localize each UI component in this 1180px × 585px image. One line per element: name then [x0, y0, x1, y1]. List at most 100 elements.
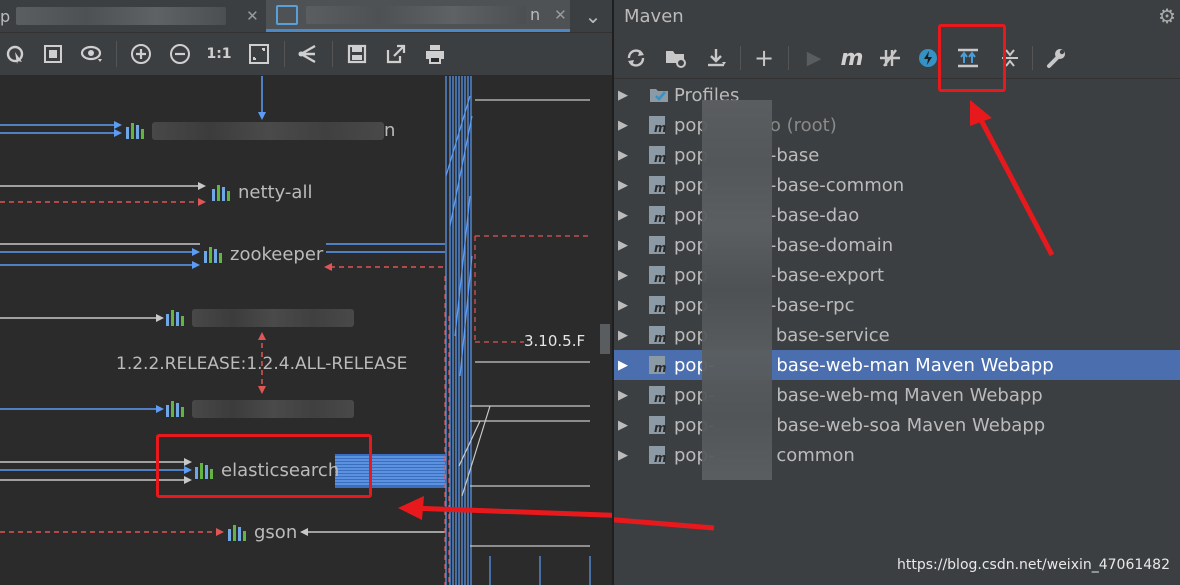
node-label: gson: [254, 522, 298, 543]
reimport-icon[interactable]: [622, 44, 650, 72]
maven-toolbar: + ▶ m: [614, 38, 1180, 79]
dependency-graph: n netty-all zookeeper 1.2.2.RELEASE:1.2.…: [0, 76, 612, 585]
maven-artifact-icon: [204, 246, 224, 263]
close-icon[interactable]: ✕: [554, 6, 567, 24]
diagram-toolbar: 1:1: [0, 33, 612, 76]
maven-project-icon: m: [648, 234, 668, 256]
dependency-node[interactable]: n: [126, 120, 395, 141]
select-pointer-icon[interactable]: [2, 41, 28, 67]
maven-project-icon: m: [648, 324, 668, 346]
gear-icon[interactable]: ⚙: [1158, 4, 1176, 28]
toggle-offline-icon[interactable]: [876, 44, 904, 72]
maven-artifact-icon: [228, 524, 248, 541]
redacted-text: [16, 7, 227, 25]
panel-title: Maven: [624, 5, 684, 27]
project-suffix: base-web-soa Maven Webapp: [776, 414, 1046, 436]
dependency-node[interactable]: [166, 400, 354, 418]
svg-text:m: m: [654, 181, 667, 195]
graph-edges: [0, 76, 612, 585]
redacted-text: [152, 121, 384, 140]
save-icon[interactable]: [344, 41, 370, 67]
expand-arrow-icon[interactable]: ▶: [618, 178, 632, 193]
print-icon[interactable]: [422, 41, 448, 67]
expand-arrow-icon[interactable]: ▶: [618, 298, 632, 313]
run-icon[interactable]: ▶: [800, 44, 828, 72]
tree-item-profiles[interactable]: ▶ Profiles: [614, 80, 1180, 110]
expand-arrow-icon[interactable]: ▶: [618, 148, 632, 163]
expand-arrow-icon[interactable]: ▶: [618, 88, 632, 103]
tree-item-project[interactable]: ▶ m pop -base-domain: [614, 230, 1180, 260]
fit-content-icon[interactable]: [40, 41, 66, 67]
project-suffix: common: [776, 444, 855, 466]
actual-size-icon[interactable]: 1:1: [206, 41, 232, 67]
editor-tab-2[interactable]: n ✕: [266, 0, 570, 32]
expand-arrow-icon[interactable]: ▶: [618, 358, 632, 373]
redaction-mosaic: [702, 100, 772, 480]
show-options-icon[interactable]: [79, 41, 105, 67]
tree-item-project[interactable]: ▶ m pop -base: [614, 140, 1180, 170]
node-label: zookeeper: [230, 244, 324, 265]
dependency-node-netty[interactable]: netty-all: [212, 182, 312, 203]
expand-arrow-icon[interactable]: ▶: [618, 268, 632, 283]
tree-item-project[interactable]: ▶ m pop-common: [614, 440, 1180, 470]
toolbar-separator: [332, 41, 333, 67]
editor-tab-bar: p ✕ n ✕ ⌄: [0, 0, 612, 33]
tab-list-chevron-down-icon[interactable]: ⌄: [574, 0, 612, 32]
expand-arrow-icon[interactable]: ▶: [618, 388, 632, 403]
tree-item-project[interactable]: ▶ m pop base-service: [614, 320, 1180, 350]
download-icon[interactable]: [702, 44, 730, 72]
project-suffix: base-web-mq Maven Webapp: [776, 384, 1043, 406]
tree-item-project[interactable]: ▶ m pop-base-web-soa Maven Webapp: [614, 410, 1180, 440]
redacted-text: [306, 5, 526, 24]
expand-arrow-icon[interactable]: ▶: [618, 118, 632, 133]
maven-project-icon: m: [648, 174, 668, 196]
layout-icon[interactable]: [295, 41, 321, 67]
expand-arrow-icon[interactable]: ▶: [618, 418, 632, 433]
watermark: https://blog.csdn.net/weixin_47061482: [896, 557, 1170, 573]
close-icon[interactable]: ✕: [246, 7, 259, 25]
tree-item-project[interactable]: ▶ m pop o (root): [614, 110, 1180, 140]
tree-item-project[interactable]: ▶ m pop -base-export: [614, 260, 1180, 290]
tree-item-project-selected[interactable]: ▶ m pop-base-web-man Maven Webapp: [614, 350, 1180, 380]
maven-project-icon: m: [648, 144, 668, 166]
tree-item-project[interactable]: ▶ m pop -base-rpc: [614, 290, 1180, 320]
export-icon[interactable]: [383, 41, 409, 67]
settings-wrench-icon[interactable]: [1042, 44, 1070, 72]
maven-project-icon: m: [648, 204, 668, 226]
version-label: 3.10.5.F: [524, 332, 586, 350]
project-suffix: base-web-man Maven Webapp: [776, 354, 1054, 376]
toolbar-separator: [740, 46, 741, 70]
svg-text:m: m: [654, 211, 667, 225]
redacted-text: [192, 400, 354, 418]
maven-project-icon: m: [648, 354, 668, 376]
add-icon[interactable]: +: [750, 44, 778, 72]
expand-arrow-icon[interactable]: ▶: [618, 448, 632, 463]
diagram-editor: p ✕ n ✕ ⌄ 1:1 n netty-all zookeeper 1.2.…: [0, 0, 612, 585]
svg-text:m: m: [654, 451, 667, 465]
expand-arrow-icon[interactable]: ▶: [618, 208, 632, 223]
svg-text:m: m: [654, 301, 667, 315]
svg-text:m: m: [654, 331, 667, 345]
zoom-in-icon[interactable]: [128, 41, 154, 67]
maven-artifact-icon: [166, 401, 186, 417]
zoom-out-icon[interactable]: [167, 41, 193, 67]
fit-page-icon[interactable]: [246, 41, 272, 67]
tree-item-project[interactable]: ▶ m pop-base-web-mq Maven Webapp: [614, 380, 1180, 410]
editor-tab-1[interactable]: p ✕: [0, 0, 262, 32]
toolbar-separator: [788, 46, 789, 70]
maven-artifact-icon: [166, 310, 186, 326]
expand-arrow-icon[interactable]: ▶: [618, 328, 632, 343]
project-suffix: -base-domain: [769, 234, 894, 256]
dependency-node-gson[interactable]: gson: [228, 522, 297, 543]
generate-sources-icon[interactable]: [662, 44, 690, 72]
tree-item-project[interactable]: ▶ m pop -base-common: [614, 170, 1180, 200]
svg-text:m: m: [654, 361, 667, 375]
dependency-node-zookeeper[interactable]: zookeeper: [204, 244, 323, 265]
tree-item-project[interactable]: ▶ m pop -base-dao: [614, 200, 1180, 230]
tab-label: n: [530, 5, 541, 24]
expand-arrow-icon[interactable]: ▶: [618, 238, 632, 253]
svg-text:m: m: [654, 241, 667, 255]
dependency-node[interactable]: [166, 309, 354, 327]
maven-goal-icon[interactable]: m: [838, 44, 866, 72]
maven-artifact-icon: [126, 122, 146, 139]
